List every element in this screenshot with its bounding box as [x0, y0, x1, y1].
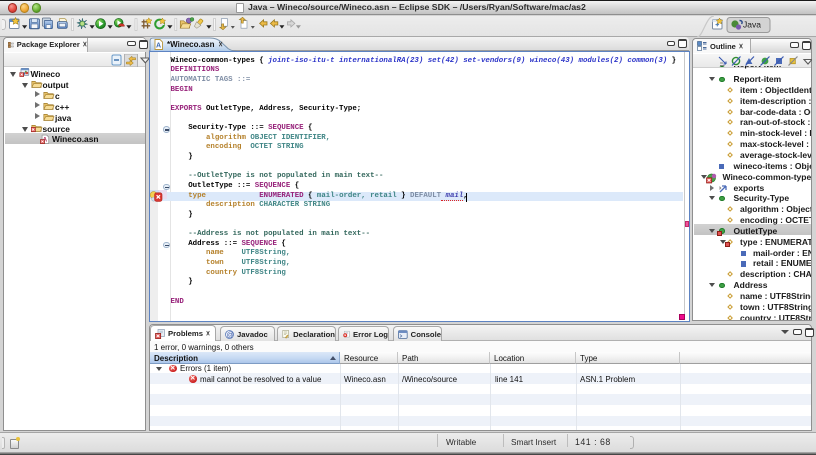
svg-text:@: @ [227, 332, 234, 339]
svg-text:A: A [156, 42, 161, 49]
svg-text:Java: Java [743, 20, 761, 30]
